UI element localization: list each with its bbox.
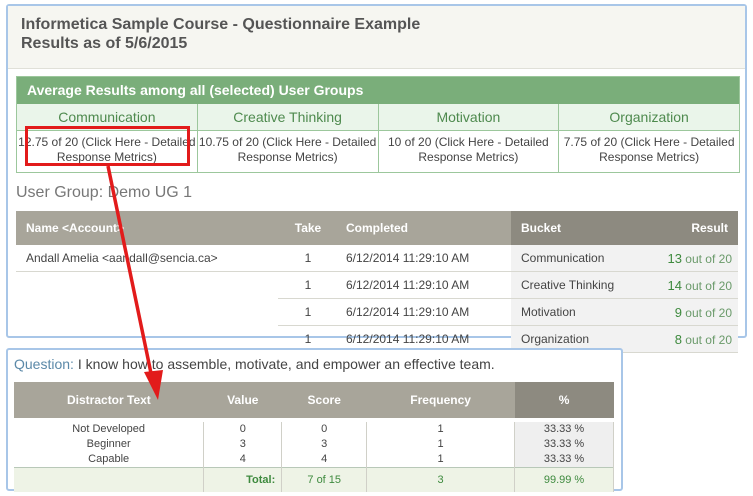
distractor-cell: Beginner (14, 437, 205, 452)
user-group-title: User Group: Demo UG 1 (16, 184, 193, 201)
percent-cell: 33.33 % (514, 437, 614, 452)
user-results-table: Name <Account> Take Completed Bucket Res… (16, 211, 738, 353)
result-cell: 8 out of 20 (641, 325, 738, 353)
empty-cell (16, 299, 278, 326)
frequency-cell: 1 (366, 452, 516, 468)
value-cell: 3 (203, 437, 283, 452)
avg-col-motivation: Motivation 10 of 20 (Click Here - Detail… (378, 104, 560, 172)
result-cell: 14 out of 20 (641, 271, 738, 299)
detailed-metrics-link-organization[interactable]: 7.75 of 20 (Click Here - Detailed Respon… (564, 135, 735, 164)
distractor-cell: Capable (14, 452, 205, 468)
col-header-score: Score (281, 382, 367, 418)
question-body: I know how to assemble, motivate, and em… (77, 356, 495, 372)
col-header-result[interactable]: Result (641, 211, 738, 245)
results-panel: Informetica Sample Course - Questionnair… (6, 4, 747, 353)
user-name: Andall Amelia <aandall@sencia.ca> (16, 245, 278, 272)
col-header-bucket[interactable]: Bucket (511, 211, 641, 245)
value-cell: 4 (203, 452, 283, 468)
result-score: 9 (674, 304, 682, 320)
table-row: 1 6/12/2014 11:29:10 AM Creative Thinkin… (16, 271, 738, 299)
distractor-table: Distractor Text Value Score Frequency % … (14, 382, 614, 492)
result-out-of: out of 20 (685, 305, 732, 320)
question-label: Question: (14, 356, 74, 372)
percent-cell: 33.33 % (514, 452, 614, 468)
result-score: 8 (674, 331, 682, 347)
completed-cell: 6/12/2014 11:29:10 AM (338, 271, 511, 299)
table-row: Beginner 3 3 1 33.33 % (14, 437, 614, 452)
highlight-box (25, 126, 190, 166)
page-title: Informetica Sample Course - Questionnair… (21, 16, 421, 33)
page-header: Informetica Sample Course - Questionnair… (8, 6, 745, 69)
bucket-cell: Communication (511, 245, 641, 272)
result-score: 13 (667, 250, 682, 266)
page-subtitle: Results as of 5/6/2015 (21, 35, 188, 52)
question-detail-panel: Question: I know how to assemble, motiva… (6, 348, 623, 492)
total-score: 7 of 15 (281, 467, 368, 492)
question-text: Question: I know how to assemble, motiva… (14, 356, 495, 372)
distractor-cell: Not Developed (14, 422, 205, 437)
take-cell: 1 (278, 271, 338, 299)
avg-col-organization: Organization 7.75 of 20 (Click Here - De… (559, 104, 739, 172)
total-label: Total: (203, 467, 283, 492)
score-cell: 4 (281, 452, 368, 468)
avg-col-creative-thinking: Creative Thinking 10.75 of 20 (Click Her… (197, 104, 379, 172)
score-cell: 3 (281, 437, 368, 452)
col-header-distractor: Distractor Text (14, 382, 204, 418)
empty-cell (14, 467, 205, 492)
result-score: 14 (667, 277, 682, 293)
avg-col-header: Creative Thinking (197, 104, 378, 131)
col-header-frequency: Frequency (366, 382, 515, 418)
table-row: Andall Amelia <aandall@sencia.ca> 1 6/12… (16, 245, 738, 272)
result-out-of: out of 20 (685, 251, 732, 266)
result-cell: 9 out of 20 (641, 298, 738, 326)
take-cell: 1 (278, 245, 338, 272)
result-out-of: out of 20 (685, 278, 732, 293)
col-header-name[interactable]: Name <Account> (16, 211, 278, 245)
result-cell: 13 out of 20 (641, 245, 738, 272)
completed-cell: 6/12/2014 11:29:10 AM (338, 245, 511, 272)
col-header-completed[interactable]: Completed (338, 211, 511, 245)
col-header-percent: % (514, 382, 614, 418)
score-cell: 0 (281, 422, 368, 437)
detailed-metrics-link-motivation[interactable]: 10 of 20 (Click Here - Detailed Response… (388, 135, 549, 164)
table-row: Not Developed 0 0 1 33.33 % (14, 422, 614, 437)
bucket-cell: Motivation (511, 298, 641, 326)
empty-cell (16, 272, 278, 299)
avg-col-header: Organization (559, 104, 739, 131)
detailed-metrics-link-creative-thinking[interactable]: 10.75 of 20 (Click Here - Detailed Respo… (199, 135, 376, 164)
completed-cell: 6/12/2014 11:29:10 AM (338, 298, 511, 326)
average-results-title: Average Results among all (selected) Use… (17, 77, 739, 104)
value-cell: 0 (203, 422, 283, 437)
take-cell: 1 (278, 298, 338, 326)
table-row: Capable 4 4 1 33.33 % (14, 452, 614, 468)
frequency-cell: 1 (366, 422, 516, 437)
total-row: Total: 7 of 15 3 99.99 % (14, 467, 614, 492)
table-row: 1 6/12/2014 11:29:10 AM Motivation 9 out… (16, 298, 738, 326)
col-header-take[interactable]: Take (278, 211, 338, 245)
col-header-value: Value (203, 382, 282, 418)
bucket-cell: Creative Thinking (511, 271, 641, 299)
result-out-of: out of 20 (685, 332, 732, 347)
percent-cell: 33.33 % (514, 422, 614, 437)
avg-col-header: Motivation (378, 104, 559, 131)
total-percent: 99.99 % (514, 467, 614, 492)
total-frequency: 3 (366, 467, 516, 492)
frequency-cell: 1 (366, 437, 516, 452)
